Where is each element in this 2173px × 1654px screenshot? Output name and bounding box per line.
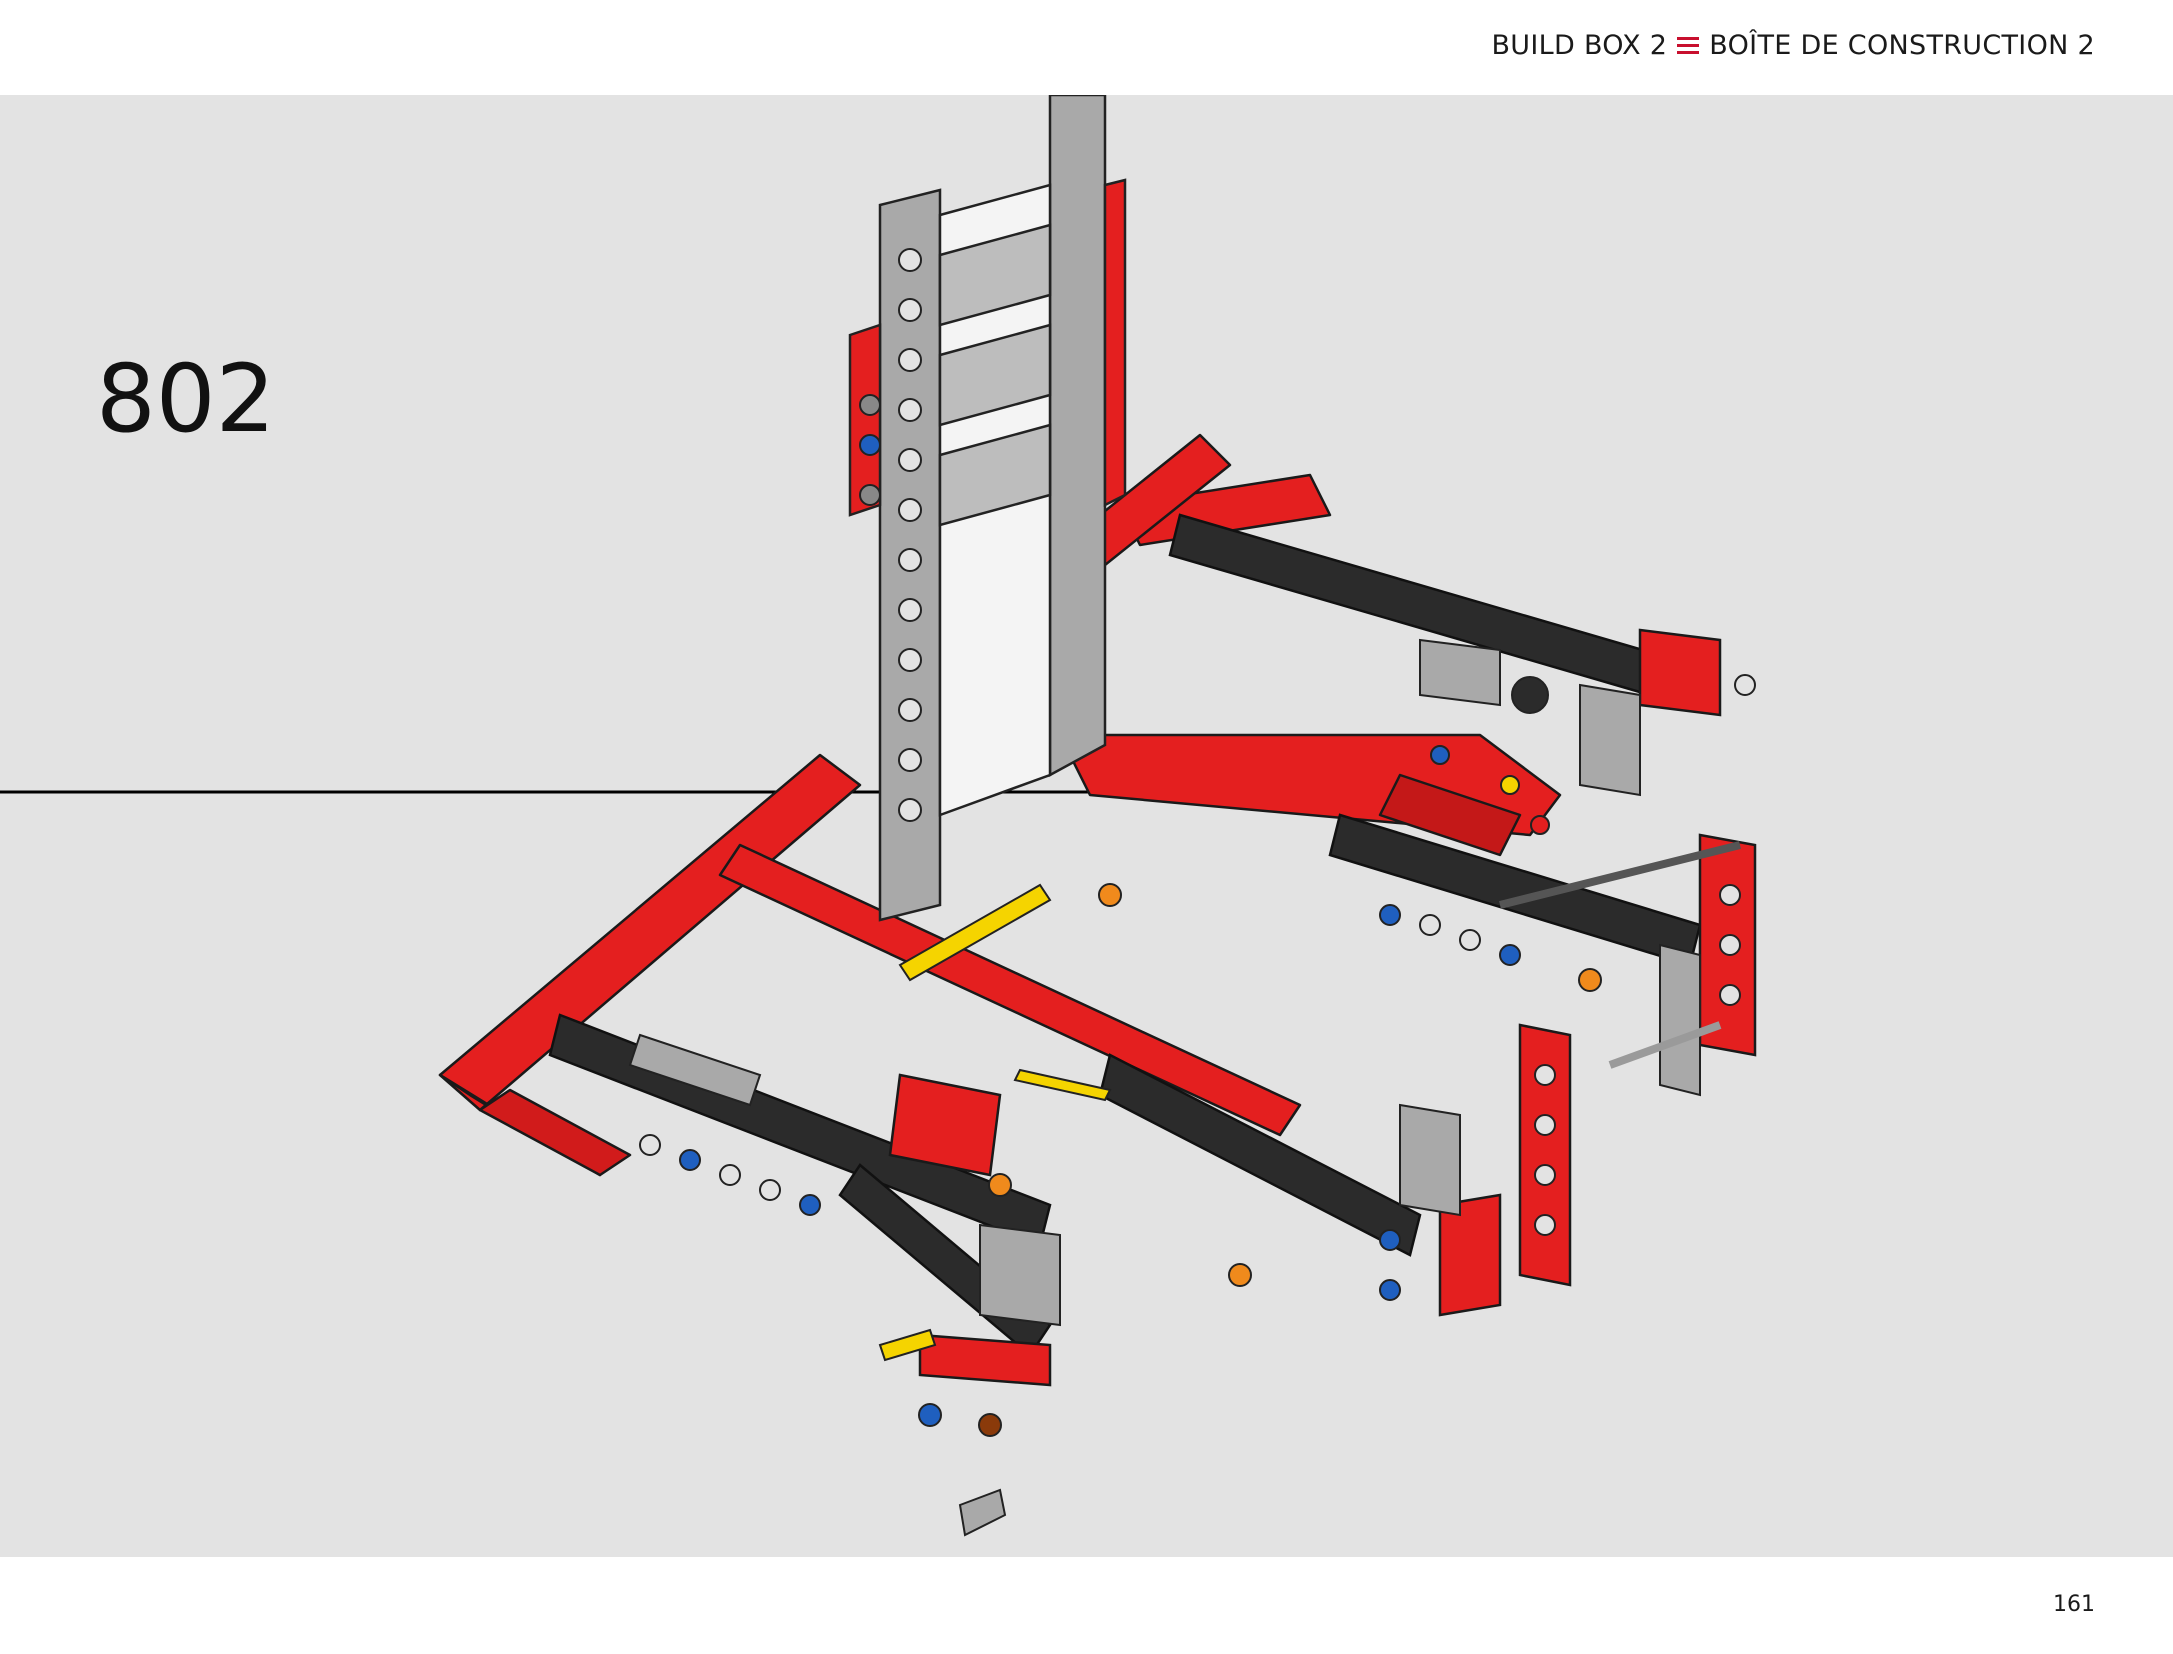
page-footer: 161	[0, 1557, 2173, 1654]
title-french: BOÎTE DE CONSTRUCTION 2	[1709, 30, 2095, 61]
build-box-title: BUILD BOX 2 BOÎTE DE CONSTRUCTION 2	[1491, 30, 2095, 61]
triple-bar-icon	[1677, 37, 1700, 54]
axle-connector	[958, 1488, 1007, 1537]
page-header: BUILD BOX 2 BOÎTE DE CONSTRUCTION 2	[0, 0, 2173, 95]
title-english: BUILD BOX 2	[1491, 30, 1668, 61]
gray-tower	[848, 95, 1127, 922]
instruction-stage: 802	[0, 95, 2173, 1557]
pin-holes	[639, 248, 1756, 1437]
page-number: 161	[2053, 1592, 2095, 1617]
lego-model-illustration	[0, 95, 1757, 1537]
